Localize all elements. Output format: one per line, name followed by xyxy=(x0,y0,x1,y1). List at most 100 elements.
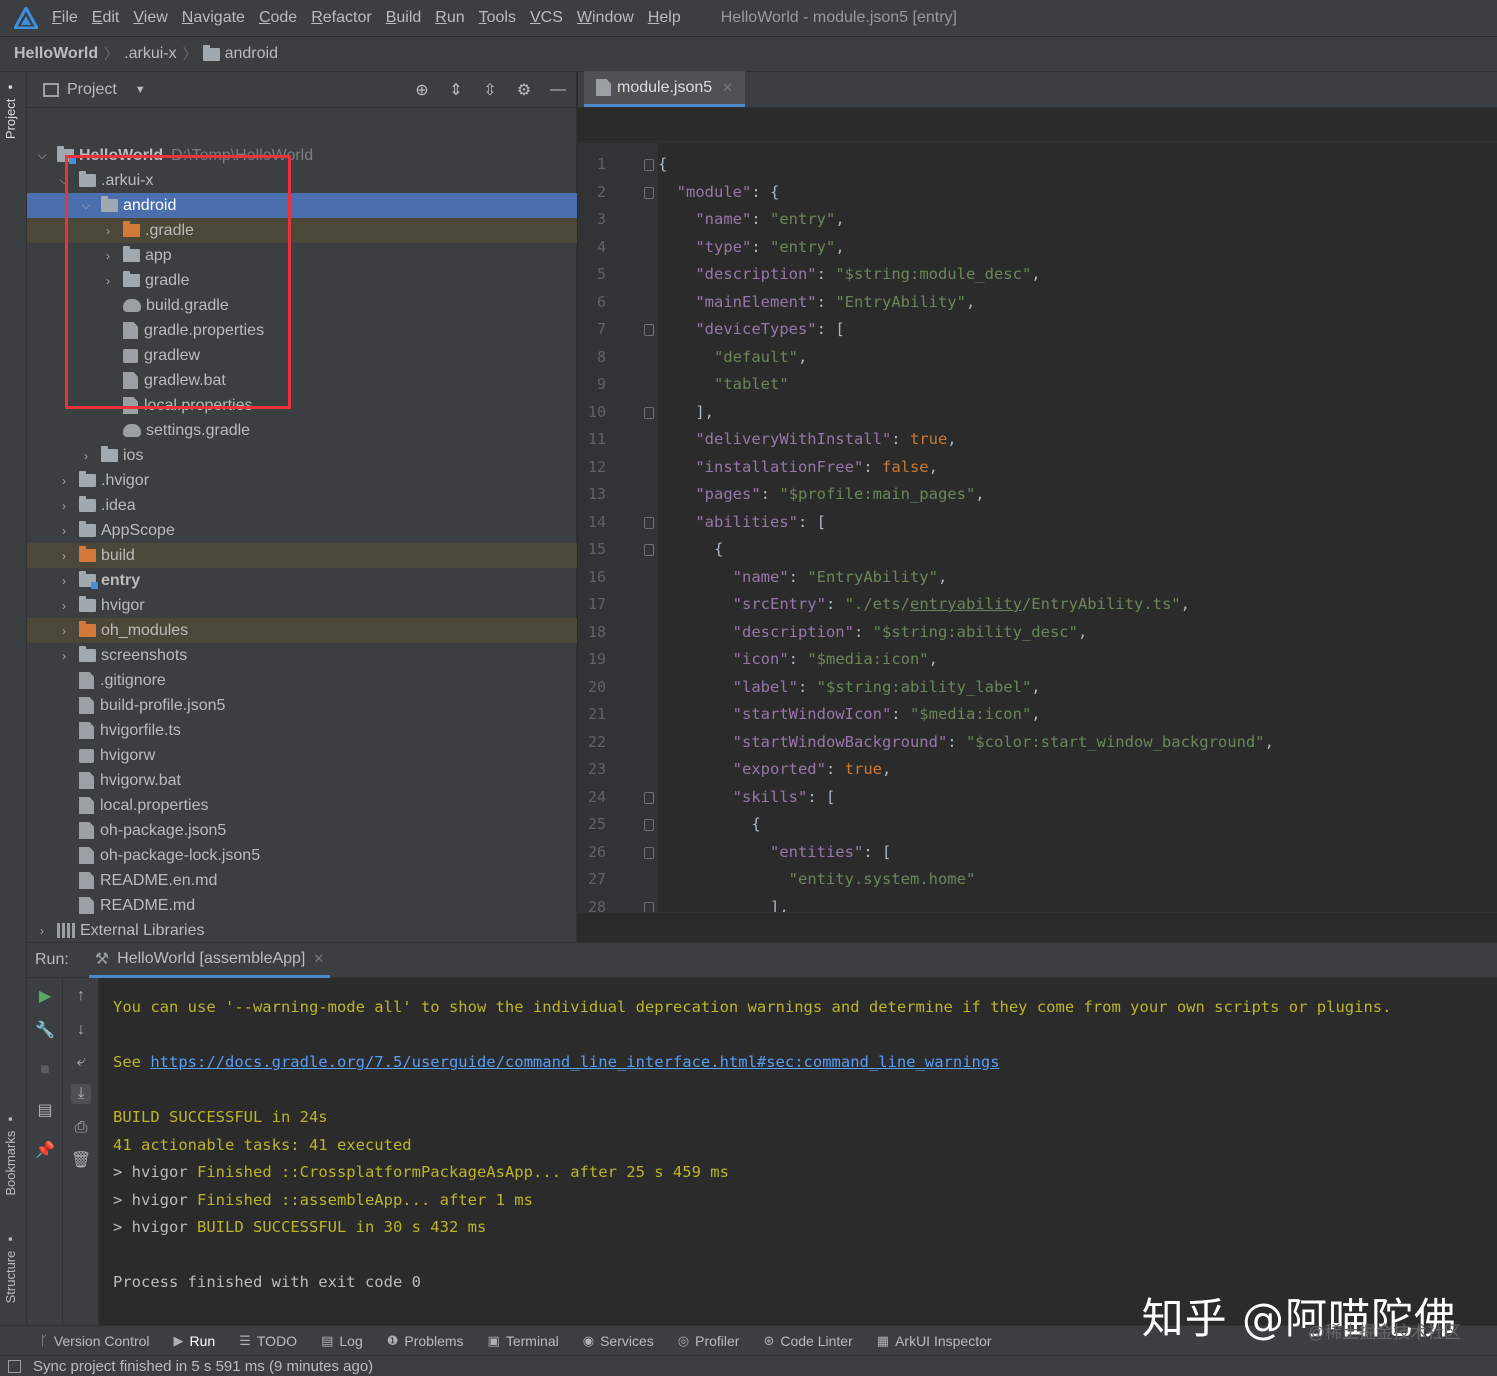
collapse-all-icon[interactable]: ⇳ xyxy=(480,80,500,100)
chevron-right-icon[interactable]: › xyxy=(57,599,71,613)
tool-version-control[interactable]: ᚴ Version Control xyxy=(40,1333,150,1349)
code-area[interactable]: { "module": { "name": "entry", "type": "… xyxy=(578,143,1497,916)
rerun-icon[interactable]: ▶ xyxy=(35,986,55,1006)
console-link[interactable]: https://docs.gradle.org/7.5/userguide/co… xyxy=(150,1053,999,1071)
tree-item[interactable]: ›gradlew xyxy=(27,343,577,368)
trash-icon[interactable]: 🗑 xyxy=(71,1150,91,1170)
tree-item[interactable]: › build xyxy=(27,543,577,568)
tree-item[interactable]: › AppScope xyxy=(27,518,577,543)
tree-item[interactable]: ›gradle.properties xyxy=(27,318,577,343)
menu-vcs[interactable]: VCS xyxy=(530,9,563,27)
print-icon[interactable]: ⎙ xyxy=(71,1118,91,1138)
chevron-down-icon[interactable]: ⌵ xyxy=(35,148,49,163)
menu-file[interactable]: File xyxy=(52,9,78,27)
tool-terminal[interactable]: ▣ Terminal xyxy=(488,1333,559,1349)
chevron-right-icon[interactable]: › xyxy=(101,249,115,263)
tree-item[interactable]: › screenshots xyxy=(27,643,577,668)
tree-item[interactable]: ⌵ android xyxy=(27,193,577,218)
chevron-right-icon[interactable]: › xyxy=(101,224,115,238)
gear-icon[interactable]: ⚙ xyxy=(514,80,534,100)
tool-services[interactable]: ◉ Services xyxy=(583,1333,654,1349)
project-view-selector[interactable]: Project xyxy=(67,81,117,99)
tool-run[interactable]: ▶ Run xyxy=(174,1333,216,1349)
tree-item[interactable]: ›oh-package-lock.json5 xyxy=(27,843,577,868)
horizontal-scrollbar[interactable] xyxy=(578,912,1497,942)
tool-window-toggle-icon[interactable] xyxy=(8,1359,21,1373)
hide-icon[interactable]: — xyxy=(548,80,568,100)
tree-item[interactable]: › External Libraries xyxy=(27,918,577,943)
arrow-up-icon[interactable]: ↑ xyxy=(71,986,91,1006)
tree-item[interactable]: › ios xyxy=(27,443,577,468)
chevron-right-icon[interactable]: › xyxy=(57,549,71,563)
chevron-right-icon[interactable]: › xyxy=(57,624,71,638)
tree-item[interactable]: ⌵ .arkui-x xyxy=(27,168,577,193)
console-output[interactable]: You can use '--warning-mode all' to show… xyxy=(113,978,1497,1326)
tool-profiler[interactable]: ◎ Profiler xyxy=(678,1333,740,1349)
locate-icon[interactable]: ⊕ xyxy=(412,80,432,100)
chevron-right-icon[interactable]: › xyxy=(57,649,71,663)
tree-item[interactable]: ›README.en.md xyxy=(27,868,577,893)
tool-todo[interactable]: ☰ TODO xyxy=(239,1333,297,1349)
close-icon[interactable]: ✕ xyxy=(313,951,324,967)
tree-item[interactable]: › hvigor xyxy=(27,593,577,618)
layout-icon[interactable]: ▤ xyxy=(35,1100,55,1120)
menu-navigate[interactable]: Navigate xyxy=(182,9,245,27)
tree-item[interactable]: ›gradlew.bat xyxy=(27,368,577,393)
chevron-right-icon[interactable]: › xyxy=(35,924,49,938)
project-tool-tab[interactable]: Project ▪ xyxy=(3,80,18,139)
menu-edit[interactable]: Edit xyxy=(92,9,120,27)
tree-item[interactable]: › entry xyxy=(27,568,577,593)
tree-item[interactable]: ›.gitignore xyxy=(27,668,577,693)
tree-item[interactable]: › app xyxy=(27,243,577,268)
chevron-right-icon[interactable]: › xyxy=(79,449,93,463)
run-tab-helloworld[interactable]: ⚒ HelloWorld [assembleApp] ✕ xyxy=(88,943,331,978)
tree-item[interactable]: ›oh-package.json5 xyxy=(27,818,577,843)
tree-item[interactable]: › gradle xyxy=(27,268,577,293)
tree-item[interactable]: ⌵ HelloWorld D:\Temp\HelloWorld xyxy=(27,143,577,168)
scroll-to-end-icon[interactable]: ⤓ xyxy=(71,1084,91,1104)
tree-item[interactable]: ›build.gradle xyxy=(27,293,577,318)
menu-tools[interactable]: Tools xyxy=(479,9,516,27)
wrench-icon[interactable]: 🔧 xyxy=(35,1020,55,1040)
menu-refactor[interactable]: Refactor xyxy=(311,9,371,27)
tool-arkui-inspector[interactable]: ▦ ArkUI Inspector xyxy=(877,1333,992,1349)
menu-window[interactable]: Window xyxy=(577,9,634,27)
tree-item[interactable]: ›local.properties xyxy=(27,793,577,818)
tree-item[interactable]: ›hvigorw xyxy=(27,743,577,768)
chevron-right-icon[interactable]: › xyxy=(57,574,71,588)
tree-item[interactable]: › oh_modules xyxy=(27,618,577,643)
breadcrumb-root[interactable]: HelloWorld xyxy=(14,45,98,63)
menu-build[interactable]: Build xyxy=(386,9,422,27)
chevron-right-icon[interactable]: › xyxy=(101,274,115,288)
tree-item[interactable]: ›build-profile.json5 xyxy=(27,693,577,718)
tree-item[interactable]: ›hvigorfile.ts xyxy=(27,718,577,743)
menu-code[interactable]: Code xyxy=(259,9,297,27)
arrow-down-icon[interactable]: ↓ xyxy=(71,1020,91,1040)
menu-run[interactable]: Run xyxy=(435,9,464,27)
tree-item[interactable]: ›settings.gradle xyxy=(27,418,577,443)
soft-wrap-icon[interactable]: ⤶ xyxy=(71,1052,91,1072)
structure-tool-tab[interactable]: Structure ▪ xyxy=(3,1232,18,1303)
pin-icon[interactable]: 📌 xyxy=(35,1140,55,1160)
menu-help[interactable]: Help xyxy=(648,9,681,27)
tab-module-json5[interactable]: module.json5 ✕ xyxy=(584,71,746,107)
tree-item[interactable]: › .gradle xyxy=(27,218,577,243)
stop-icon[interactable]: ■ xyxy=(35,1060,55,1080)
chevron-right-icon[interactable]: › xyxy=(57,524,71,538)
chevron-down-icon[interactable]: ⌵ xyxy=(57,173,71,188)
bookmarks-tool-tab[interactable]: Bookmarks ▪ xyxy=(3,1112,18,1196)
tree-item[interactable]: ›README.md xyxy=(27,893,577,918)
breadcrumb-arkui-x[interactable]: .arkui-x xyxy=(124,45,176,63)
tool-problems[interactable]: ❶ Problems xyxy=(387,1333,464,1349)
expand-all-icon[interactable]: ⇕ xyxy=(446,80,466,100)
chevron-right-icon[interactable]: › xyxy=(57,499,71,513)
tree-item[interactable]: › .idea xyxy=(27,493,577,518)
breadcrumb-android[interactable]: android xyxy=(202,44,278,63)
tree-item[interactable]: ›local.properties xyxy=(27,393,577,418)
tool-log[interactable]: ▤ Log xyxy=(321,1333,363,1349)
tool-code-linter[interactable]: ⊛ Code Linter xyxy=(763,1333,852,1349)
chevron-down-icon[interactable]: ⌵ xyxy=(79,198,93,213)
tree-item[interactable]: › .hvigor xyxy=(27,468,577,493)
close-icon[interactable]: ✕ xyxy=(722,80,733,96)
menu-view[interactable]: View xyxy=(133,9,167,27)
